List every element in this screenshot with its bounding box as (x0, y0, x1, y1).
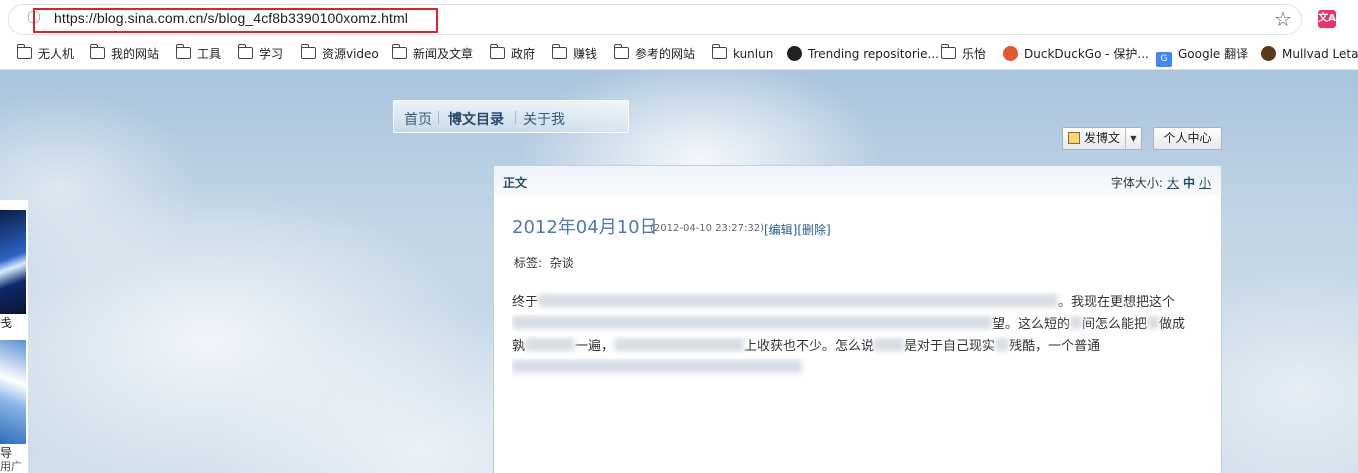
personal-center-button[interactable]: 个人中心 (1153, 127, 1222, 150)
folder-icon (712, 44, 727, 59)
font-size-small[interactable]: 小 (1199, 176, 1211, 190)
github-icon (787, 46, 802, 61)
bookmarks-bar: 无人机 我的网站 工具 学习 资源video 新闻及文章 政府 赚钱 参考的网站… (0, 38, 1358, 70)
blurred-text (874, 338, 905, 351)
blurred-text (1070, 316, 1083, 329)
translate-extension-icon[interactable]: 文A (1318, 10, 1336, 28)
folder-icon (941, 44, 956, 59)
blurred-text (995, 338, 1010, 351)
font-size-large[interactable]: 大 (1167, 176, 1179, 190)
folder-icon (176, 44, 191, 59)
bookmark-item[interactable]: 新闻及文章 (392, 44, 473, 63)
bookmark-item[interactable]: Trending repositorie... (787, 45, 939, 63)
bookmark-item[interactable]: kunlun (712, 44, 773, 63)
post-blog-button[interactable]: 发博文 ▼ (1062, 127, 1142, 150)
article-header: 正文 字体大小: 大中小 (494, 166, 1221, 196)
body-line (512, 358, 1202, 380)
article-title: 2012年04月10日 (512, 217, 658, 238)
blurred-text (538, 294, 1059, 307)
nav-divider (438, 111, 439, 124)
nav-about[interactable]: 关于我 (523, 109, 565, 129)
browser-address-bar: ⓘ https://blog.sina.com.cn/s/blog_4cf8b3… (0, 0, 1358, 38)
blog-nav: 首页 博文目录 关于我 (393, 100, 629, 133)
ad-image[interactable] (0, 340, 26, 444)
bookmark-item[interactable]: 资源video (301, 44, 379, 63)
bookmark-item[interactable]: DuckDuckGo - 保护... (1003, 45, 1149, 63)
blurred-text (512, 316, 992, 329)
left-ad-strip[interactable]: 戋 导 用广告 (0, 200, 28, 473)
bookmark-item[interactable]: 赚钱 (552, 44, 597, 63)
article-panel: 正文 字体大小: 大中小 2012年04月10日 (2012-04-10 23:2… (493, 165, 1222, 473)
edit-links: [编辑][删除] (764, 221, 831, 238)
edit-link[interactable]: [编辑] (764, 223, 797, 237)
url-highlight-box (33, 8, 438, 33)
folder-icon (392, 44, 407, 59)
delete-link[interactable]: [删除] (797, 223, 830, 237)
ad-label: 用广告 (0, 460, 22, 473)
font-size-controls: 字体大小: 大中小 (1111, 174, 1211, 191)
blurred-text (614, 338, 745, 351)
blurred-text (1147, 316, 1160, 329)
bookmark-item[interactable]: 乐怡 (941, 44, 986, 63)
folder-icon (301, 44, 316, 59)
tag-link[interactable]: 杂谈 (550, 256, 574, 270)
article-body: 终于 。我现在更想把这个 望。这么短的 间怎么能把 做成 孰一遍， 上收获也不少。怎么说… (512, 292, 1202, 380)
google-translate-icon: G (1156, 52, 1172, 67)
blurred-text (512, 360, 802, 373)
bookmark-item[interactable]: 我的网站 (90, 44, 159, 63)
bookmark-item[interactable]: 无人机 (17, 44, 74, 63)
bookmark-item[interactable]: 政府 (490, 44, 535, 63)
blog-page: 首页 博文目录 关于我 发博文 ▼ 个人中心 戋 导 用广告 正文 字体大小: 大… (0, 70, 1358, 473)
font-size-medium[interactable]: 中 (1183, 176, 1195, 190)
bookmark-item[interactable]: G Google 翻译 (1156, 45, 1248, 67)
section-label: 正文 (503, 176, 528, 190)
nav-home[interactable]: 首页 (404, 109, 432, 129)
article-tags: 标签: 杂谈 (514, 254, 574, 271)
folder-icon (614, 44, 629, 59)
bookmark-star-icon[interactable]: ☆ (1272, 8, 1294, 30)
bookmark-item[interactable]: 参考的网站 (614, 44, 695, 63)
mullvad-icon (1261, 46, 1276, 61)
chevron-down-icon[interactable]: ▼ (1125, 128, 1141, 149)
folder-icon (238, 44, 253, 59)
folder-icon (490, 44, 505, 59)
body-line: 终于 。我现在更想把这个 (512, 294, 1176, 310)
article-timestamp: (2012-04-10 23:27:32) (650, 223, 765, 234)
body-line: 孰一遍， 上收获也不少。怎么说 是对于自己现实 残酷，一个普通 (512, 338, 1101, 354)
folder-icon (552, 44, 567, 59)
ad-text: 戋 (0, 316, 13, 330)
bookmark-item[interactable]: 学习 (238, 44, 283, 63)
bookmark-item[interactable]: 工具 (176, 44, 221, 63)
tags-label: 标签: (514, 256, 543, 270)
duckduckgo-icon (1003, 46, 1018, 61)
bookmark-item[interactable]: Mullvad Leta (1261, 45, 1358, 63)
blurred-text (525, 338, 576, 351)
nav-catalog[interactable]: 博文目录 (448, 109, 504, 129)
folder-icon (90, 44, 105, 59)
font-size-label: 字体大小: (1110, 176, 1163, 190)
edit-icon (1067, 132, 1080, 144)
folder-icon (17, 44, 32, 59)
ad-image[interactable] (0, 210, 26, 314)
nav-divider (515, 111, 516, 124)
body-line: 望。这么短的 间怎么能把 做成 (512, 314, 1202, 336)
